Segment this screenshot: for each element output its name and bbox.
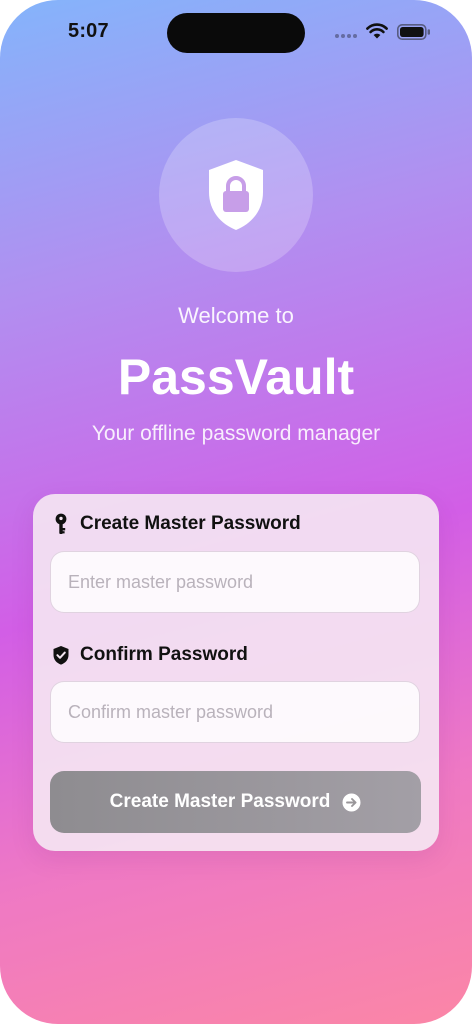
confirm-password-input[interactable] [50,681,420,743]
shield-check-icon [53,646,69,665]
arrow-right-circle-icon [342,793,361,811]
wifi-icon [366,23,388,39]
confirm-password-label-text: Confirm Password [80,644,248,665]
shield-lock-icon [209,160,263,230]
cellular-signal-icon [335,34,357,38]
app-logo [159,118,313,272]
dynamic-island [167,13,305,53]
master-password-label: Create Master Password [52,513,301,535]
create-master-password-button[interactable]: Create Master Password [50,771,421,833]
master-password-label-text: Create Master Password [80,513,301,534]
welcome-text: Welcome to [178,303,294,328]
status-time: 5:07 [68,20,109,42]
app-title: PassVault [117,349,355,405]
key-icon [55,513,67,534]
battery-icon [397,24,430,40]
welcome-screen: 5:07 Welcome to PassVault Your offline p… [0,0,472,1024]
master-password-input[interactable] [50,551,420,613]
app-tagline: Your offline password manager [91,422,381,445]
confirm-password-label: Confirm Password [52,644,248,666]
master-password-card: Create Master Password Confirm Password … [33,494,439,851]
create-master-password-button-label: Create Master Password [109,791,331,812]
